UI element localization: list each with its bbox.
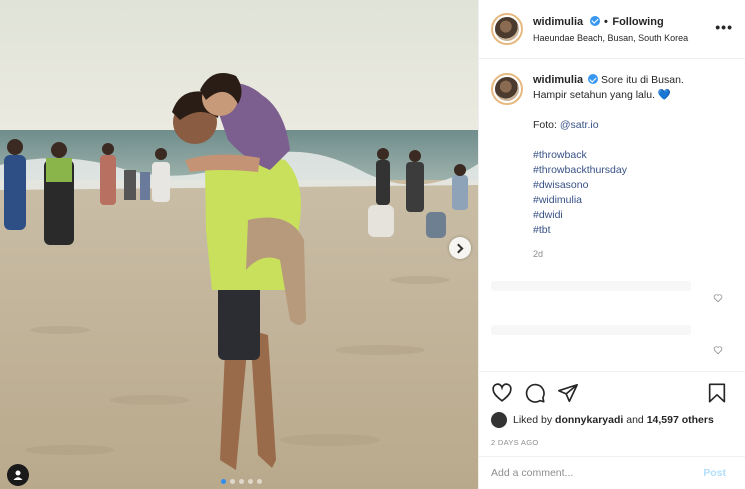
caption-avatar[interactable] [491, 73, 523, 105]
paper-plane-icon[interactable] [557, 382, 579, 404]
carousel-dot-active [221, 479, 226, 484]
comment-icon[interactable] [524, 382, 546, 404]
location-link[interactable]: Haeundae Beach, Busan, South Korea [533, 30, 715, 46]
liked-by-prefix: Liked by [513, 414, 553, 426]
comments-section: widimulia Sore itu di Busan. Hampir seta… [479, 59, 745, 369]
likes-summary: Liked by donnykaryadi and 14,597 others [491, 412, 734, 428]
liker-username[interactable]: donnykaryadi [555, 414, 623, 426]
caption-age: 2d [533, 249, 544, 259]
header-text: widimulia • Following Haeundae Beach, Bu… [533, 13, 715, 46]
blue-heart-emoji: 💙 [657, 89, 671, 101]
author-avatar[interactable] [491, 13, 523, 45]
verified-badge-icon [588, 74, 599, 84]
post-photo[interactable] [0, 0, 478, 489]
likes-and: and [626, 414, 644, 426]
bookmark-icon[interactable] [706, 382, 728, 404]
hashtag-link[interactable]: #tbt [533, 223, 684, 238]
carousel-dot [248, 479, 253, 484]
hashtag-link[interactable]: #widimulia [533, 193, 684, 208]
beach-photo-illustration [0, 0, 478, 489]
photographer-mention[interactable]: @satr.io [560, 119, 599, 131]
foto-label: Foto: [533, 119, 557, 131]
post-side-panel: widimulia • Following Haeundae Beach, Bu… [478, 0, 745, 489]
hashtag-link[interactable]: #dwisasono [533, 178, 684, 193]
more-options-icon[interactable]: ••• [715, 19, 733, 35]
author-username[interactable]: widimulia [533, 16, 583, 28]
action-icons [491, 378, 734, 408]
verified-badge-icon [589, 15, 600, 26]
tagged-users-button[interactable] [7, 464, 29, 486]
following-button[interactable]: Following [612, 16, 663, 28]
liker-avatar[interactable] [491, 412, 507, 428]
comment-input[interactable] [491, 467, 704, 479]
caption-line-1: Sore itu di Busan. [600, 74, 684, 86]
comment-like-heart-icon[interactable] [713, 345, 723, 355]
hashtag-link[interactable]: #throwback [533, 148, 684, 163]
carousel-dot [239, 479, 244, 484]
user-icon [13, 470, 23, 480]
caption-text: widimulia Sore itu di Busan. Hampir seta… [533, 73, 684, 262]
carousel-dot [230, 479, 235, 484]
comment-like-heart-icon[interactable] [713, 293, 723, 303]
add-comment-bar: Post [479, 456, 745, 489]
comment-placeholder [491, 281, 691, 291]
heart-icon[interactable] [491, 382, 513, 404]
hashtag-link[interactable]: #throwbackthursday [533, 163, 684, 178]
caption-comment: widimulia Sore itu di Busan. Hampir seta… [491, 73, 733, 262]
instagram-post: widimulia • Following Haeundae Beach, Bu… [0, 0, 745, 489]
caption-username[interactable]: widimulia [533, 74, 583, 86]
post-header: widimulia • Following Haeundae Beach, Bu… [479, 0, 745, 59]
caption-line-2: Hampir setahun yang lalu. [533, 89, 655, 101]
separator-dot: • [604, 15, 608, 28]
next-slide-button[interactable] [449, 237, 471, 259]
carousel-indicator [221, 479, 262, 484]
post-comment-button[interactable]: Post [703, 467, 726, 479]
post-date[interactable]: 2 DAYS AGO [491, 438, 734, 447]
comment-placeholder [491, 325, 691, 335]
post-actions: Liked by donnykaryadi and 14,597 others … [479, 371, 745, 447]
chevron-right-icon [453, 243, 464, 253]
carousel-dot [257, 479, 262, 484]
likes-count[interactable]: 14,597 others [647, 414, 714, 426]
hashtag-link[interactable]: #dwidi [533, 208, 684, 223]
